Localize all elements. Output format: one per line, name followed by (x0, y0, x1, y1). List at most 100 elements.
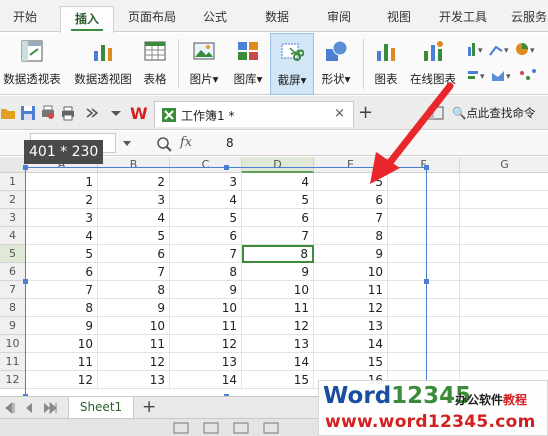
cell[interactable]: 9 (242, 263, 314, 281)
chevron-down-icon[interactable] (122, 137, 132, 149)
cell[interactable] (388, 227, 460, 245)
cell[interactable]: 5 (170, 209, 242, 227)
cell[interactable] (460, 245, 548, 263)
selection-handle[interactable] (23, 279, 28, 284)
cell[interactable]: 6 (98, 245, 170, 263)
find-command-search[interactable]: 🔍点此查找命令 (452, 105, 535, 121)
cell[interactable]: 1 (26, 173, 98, 191)
cell[interactable]: 15 (314, 353, 388, 371)
tab-review[interactable]: 审阅 (316, 8, 362, 32)
gallery-button[interactable]: 图库▾ (228, 33, 268, 95)
picture-button[interactable]: 图片▾ (184, 33, 224, 95)
active-cell[interactable]: 8 (242, 245, 314, 263)
view-mode-icons[interactable] (172, 422, 292, 434)
cell[interactable]: 7 (242, 227, 314, 245)
cell[interactable] (460, 263, 548, 281)
selection-handle[interactable] (224, 165, 229, 170)
shapes-button[interactable]: 形状▾ (316, 33, 356, 95)
cell[interactable]: 12 (26, 371, 98, 389)
cell[interactable]: 4 (170, 191, 242, 209)
cell[interactable] (460, 335, 548, 353)
cell[interactable]: 8 (170, 263, 242, 281)
cell[interactable]: 10 (98, 317, 170, 335)
cell[interactable]: 12 (242, 317, 314, 335)
cell[interactable]: 8 (314, 227, 388, 245)
row-header-4[interactable]: 4 (0, 227, 26, 245)
cell[interactable]: 2 (26, 191, 98, 209)
cell[interactable]: 7 (26, 281, 98, 299)
cell[interactable]: 11 (26, 353, 98, 371)
cell[interactable]: 6 (170, 227, 242, 245)
cell[interactable]: 6 (26, 263, 98, 281)
pivot-table-button[interactable]: 数据透视表 (0, 33, 64, 95)
cell[interactable]: 3 (98, 191, 170, 209)
cell[interactable]: 12 (98, 353, 170, 371)
pivot-chart-button[interactable]: 数据透视图 (70, 33, 136, 95)
cell[interactable]: 13 (98, 371, 170, 389)
cell[interactable] (460, 209, 548, 227)
cell[interactable]: 9 (26, 317, 98, 335)
cell[interactable]: 13 (242, 335, 314, 353)
print-icon[interactable] (60, 105, 76, 121)
cell[interactable]: 2 (98, 173, 170, 191)
selection-handle[interactable] (424, 279, 429, 284)
cell[interactable]: 9 (98, 299, 170, 317)
cell[interactable]: 11 (242, 299, 314, 317)
small-chart-type-icons[interactable]: ▾ ▾ ▾ (466, 41, 546, 57)
row-header-5[interactable]: 5 (0, 245, 26, 263)
cell[interactable]: 9 (170, 281, 242, 299)
cell[interactable]: 14 (170, 371, 242, 389)
cell[interactable] (460, 191, 548, 209)
tab-formulas[interactable]: 公式 (192, 8, 238, 32)
save-icon[interactable] (20, 105, 36, 121)
chevron-down-icon[interactable] (108, 105, 124, 121)
add-sheet-button[interactable]: + (142, 397, 156, 417)
row-header-8[interactable]: 8 (0, 299, 26, 317)
cell[interactable]: 4 (242, 173, 314, 191)
zoom-search-icon[interactable] (156, 136, 172, 152)
cell[interactable] (460, 281, 548, 299)
cell[interactable]: 5 (98, 227, 170, 245)
insert-function-button[interactable]: fx (180, 135, 192, 150)
column-header-d[interactable]: D (242, 157, 314, 173)
cell[interactable]: 9 (314, 245, 388, 263)
tab-data[interactable]: 数据 (254, 8, 300, 32)
document-tab[interactable]: 工作簿1 * × (154, 101, 354, 127)
selection-handle[interactable] (23, 165, 28, 170)
open-folder-icon[interactable] (0, 105, 16, 121)
screenshot-button[interactable]: 截屏▾ (270, 33, 314, 95)
cell[interactable]: 10 (26, 335, 98, 353)
cell[interactable]: 12 (314, 299, 388, 317)
cell[interactable] (388, 209, 460, 227)
row-header-12[interactable]: 12 (0, 371, 26, 389)
wps-logo-icon[interactable]: W (130, 104, 148, 122)
cell[interactable] (388, 317, 460, 335)
small-chart-type-icons-row2[interactable]: ▾ ▾ (466, 67, 546, 83)
formula-input[interactable]: 8 (226, 136, 234, 150)
cell[interactable] (388, 245, 460, 263)
cell[interactable] (388, 335, 460, 353)
cell[interactable]: 3 (170, 173, 242, 191)
table-button[interactable]: 表格 (138, 33, 172, 95)
cell[interactable]: 13 (314, 317, 388, 335)
row-header-9[interactable]: 9 (0, 317, 26, 335)
row-header-11[interactable]: 11 (0, 353, 26, 371)
cell[interactable] (388, 191, 460, 209)
column-header-g[interactable]: G (460, 157, 548, 173)
cell[interactable]: 7 (170, 245, 242, 263)
column-header-b[interactable]: B (98, 157, 170, 173)
cell[interactable]: 7 (314, 209, 388, 227)
cell[interactable] (460, 299, 548, 317)
cell[interactable]: 14 (242, 353, 314, 371)
cell[interactable] (388, 353, 460, 371)
cell[interactable]: 6 (314, 191, 388, 209)
close-tab-icon[interactable]: × (334, 106, 345, 121)
cell[interactable] (460, 227, 548, 245)
sheet-nav-arrows-icon[interactable] (4, 402, 60, 414)
cell[interactable] (460, 317, 548, 335)
cell[interactable]: 8 (98, 281, 170, 299)
cell[interactable]: 14 (314, 335, 388, 353)
cell[interactable]: 12 (170, 335, 242, 353)
cell[interactable]: 15 (242, 371, 314, 389)
cell[interactable] (388, 299, 460, 317)
